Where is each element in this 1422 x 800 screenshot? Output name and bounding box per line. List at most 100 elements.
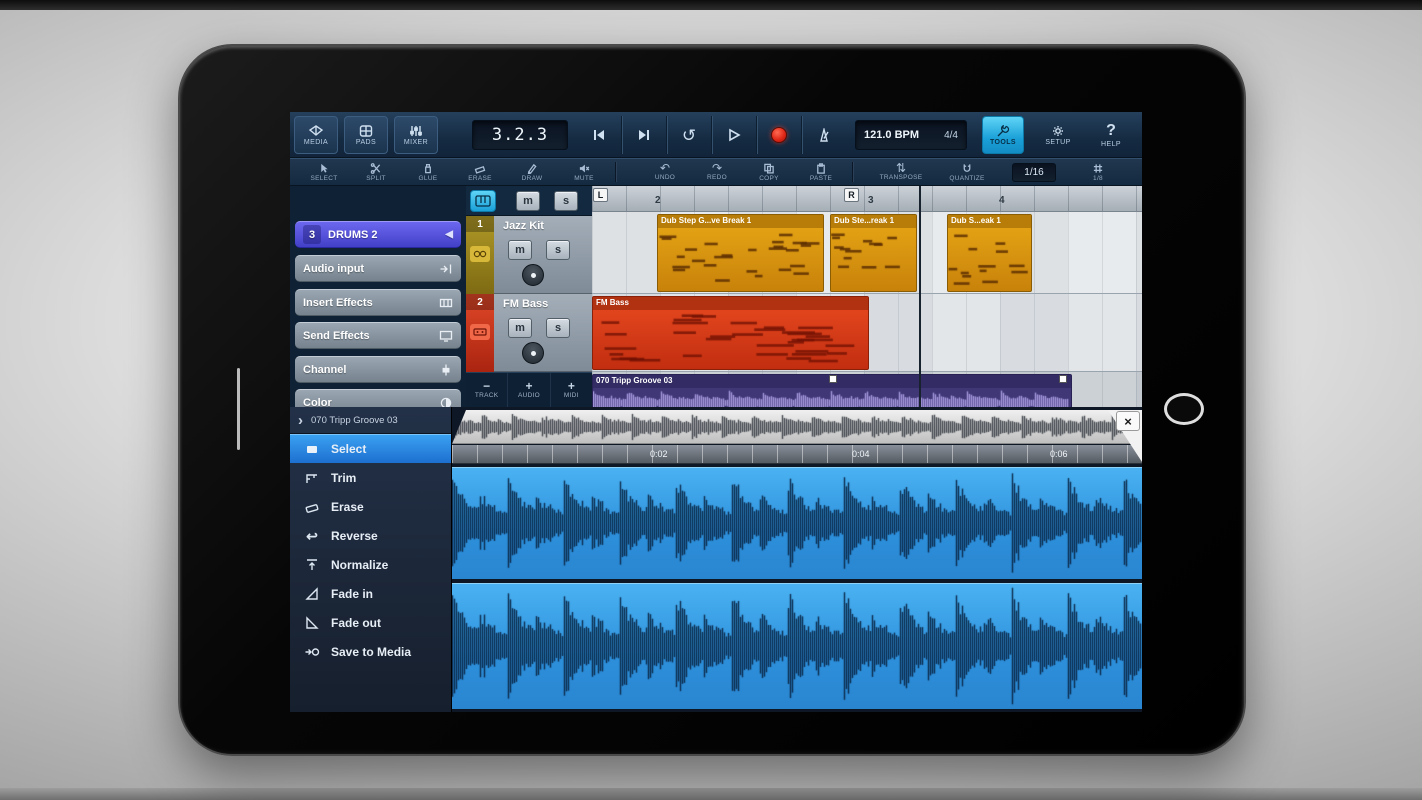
menu-item-trim[interactable]: Trim xyxy=(290,463,451,492)
paste-icon xyxy=(817,162,825,174)
track-row-fm-bass[interactable]: 2 FM Bass m s xyxy=(466,294,592,372)
trim-icon xyxy=(303,470,321,486)
glue-tool-button[interactable]: GLUE xyxy=(402,163,454,182)
track-mute-button[interactable]: m xyxy=(508,318,532,338)
bar-number: 3 xyxy=(868,195,874,206)
save-to-media-icon xyxy=(303,644,321,660)
clip-title: Dub S...eak 1 xyxy=(948,215,1031,228)
media-icon xyxy=(309,124,323,136)
copy-label: COPY xyxy=(759,174,779,182)
track-color-tab[interactable]: 1 xyxy=(466,216,494,294)
bass-notes-preview xyxy=(593,310,866,366)
editor-clip-title: 070 Tripp Groove 03 xyxy=(311,414,398,426)
solo-letter: s xyxy=(554,244,562,256)
forward-button[interactable] xyxy=(621,116,666,154)
draw-tool-button[interactable]: DRAW xyxy=(506,163,558,182)
waveform-channel-left[interactable] xyxy=(452,467,1142,579)
drum-kit-icon xyxy=(470,246,490,262)
setup-button[interactable]: SETUP xyxy=(1037,116,1079,154)
track-number-badge: 3 xyxy=(303,225,321,244)
rewind-button[interactable] xyxy=(576,116,621,154)
midi-notes-preview xyxy=(948,228,1029,288)
audio-editor-panel: › 070 Tripp Groove 03 Select Trim Erase xyxy=(290,407,1142,712)
redo-button[interactable]: ↷ REDO xyxy=(691,162,743,181)
track-number: 2 xyxy=(466,294,494,310)
left-locator-marker[interactable]: L xyxy=(593,188,608,202)
song-position-display[interactable]: 3.2.3 xyxy=(472,120,568,150)
grid-snap-button[interactable]: 1/8 xyxy=(1072,163,1124,182)
right-locator-marker[interactable]: R xyxy=(844,188,859,202)
midi-clip[interactable]: Dub Ste...reak 1 xyxy=(830,214,917,292)
waveform-channel-right[interactable] xyxy=(452,583,1142,709)
menu-item-label: Save to Media xyxy=(331,644,412,659)
track-type-button[interactable] xyxy=(470,190,496,212)
inspector-selected-track[interactable]: 3 DRUMS 2 ◀ xyxy=(295,221,461,248)
menu-item-erase[interactable]: Erase xyxy=(290,492,451,521)
scissors-icon xyxy=(370,162,381,174)
master-solo-button[interactable]: s xyxy=(554,191,578,211)
menu-item-select[interactable]: Select xyxy=(290,434,451,463)
editor-time-ruler[interactable]: 0:02 0:04 0:06 xyxy=(452,445,1142,464)
waveform-overview-strip[interactable] xyxy=(452,410,1142,444)
track-controls: Jazz Kit m s xyxy=(494,216,592,294)
metronome-button[interactable] xyxy=(801,116,846,154)
quantize-value-display[interactable]: 1/16 xyxy=(1012,162,1056,182)
channel-fader-icon xyxy=(442,364,450,375)
menu-item-reverse[interactable]: ↩ Reverse xyxy=(290,521,451,550)
paste-button[interactable]: PASTE xyxy=(795,162,847,182)
play-button[interactable] xyxy=(711,116,756,154)
media-label: MEDIA xyxy=(303,138,329,146)
clip-handle[interactable] xyxy=(829,375,837,383)
inspector-insert-effects[interactable]: Insert Effects xyxy=(295,289,461,316)
add-audio-track-button[interactable]: + AUDIO xyxy=(508,373,551,407)
menu-item-fade-out[interactable]: Fade out xyxy=(290,608,451,637)
volume-knob[interactable] xyxy=(522,264,544,286)
track-solo-button[interactable]: s xyxy=(546,240,570,260)
track-row-jazz-kit[interactable]: 1 Jazz Kit m s xyxy=(466,216,592,294)
undo-button[interactable]: ↶ UNDO xyxy=(639,161,691,181)
clip-title: Dub Ste...reak 1 xyxy=(831,215,916,228)
mute-tool-button[interactable]: MUTE xyxy=(558,163,610,182)
inspector-audio-input[interactable]: Audio input xyxy=(295,255,461,282)
clip-handle[interactable] xyxy=(1059,375,1067,383)
menu-item-save-to-media[interactable]: Save to Media xyxy=(290,637,451,666)
erase-tool-label: ERASE xyxy=(468,174,492,182)
track-color-tab[interactable]: 2 xyxy=(466,294,494,372)
media-button[interactable]: MEDIA xyxy=(294,116,338,154)
tools-button[interactable]: TOOLS xyxy=(982,116,1024,154)
volume-knob[interactable] xyxy=(522,342,544,364)
bass-clip[interactable]: FM Bass xyxy=(592,296,869,370)
erase-tool-button[interactable]: ERASE xyxy=(454,163,506,182)
copy-icon xyxy=(764,163,774,174)
transpose-button[interactable]: ⇅ TRANSPOSE xyxy=(868,162,934,181)
track-mute-button[interactable]: m xyxy=(508,240,532,260)
app-screen: MEDIA PADS MIXER 3.2.3 ↺ 121.0 BPM 4/4 T… xyxy=(290,112,1142,712)
inspector-channel[interactable]: Channel xyxy=(295,356,461,383)
copy-button[interactable]: COPY xyxy=(743,163,795,182)
quantize-button[interactable]: QUANTIZE xyxy=(934,163,1000,182)
master-mute-button[interactable]: m xyxy=(516,191,540,211)
menu-item-normalize[interactable]: Normalize xyxy=(290,550,451,579)
timeline-ruler[interactable]: 2 3 4 L R xyxy=(592,186,1142,212)
split-tool-button[interactable]: SPLIT xyxy=(350,162,402,182)
cycle-button[interactable]: ↺ xyxy=(666,116,711,154)
delete-track-button[interactable]: − TRACK xyxy=(466,373,509,407)
record-button[interactable] xyxy=(756,116,801,154)
close-editor-button[interactable]: × xyxy=(1116,411,1140,431)
select-tool-button[interactable]: SELECT xyxy=(298,163,350,182)
help-button[interactable]: ? HELP xyxy=(1090,116,1132,154)
mixer-button[interactable]: MIXER xyxy=(394,116,438,154)
track-solo-button[interactable]: s xyxy=(546,318,570,338)
undo-icon: ↶ xyxy=(659,161,671,175)
add-midi-track-button[interactable]: + MIDI xyxy=(551,373,592,407)
tempo-display[interactable]: 121.0 BPM 4/4 xyxy=(855,120,967,150)
waveform-left xyxy=(452,468,1142,578)
midi-clip[interactable]: Dub Step G...ve Break 1 xyxy=(657,214,824,292)
menu-item-fade-in[interactable]: Fade in xyxy=(290,579,451,608)
home-button xyxy=(1164,393,1204,425)
midi-clip[interactable]: Dub S...eak 1 xyxy=(947,214,1032,292)
pads-button[interactable]: PADS xyxy=(344,116,388,154)
expand-arrow-icon[interactable]: › xyxy=(298,412,303,429)
inspector-send-effects[interactable]: Send Effects xyxy=(295,322,461,349)
menu-header[interactable]: › 070 Tripp Groove 03 xyxy=(290,407,451,434)
